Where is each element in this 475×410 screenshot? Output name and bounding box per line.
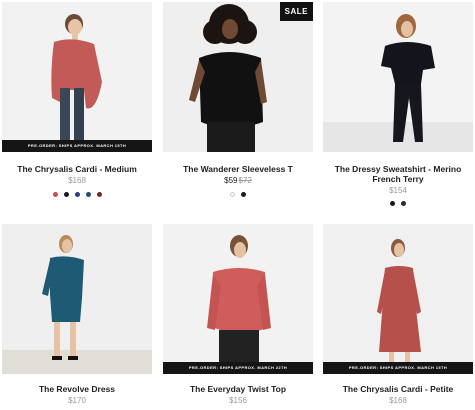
product-card[interactable]: The Revolve Dress $170: [2, 224, 152, 410]
product-price: $59$72: [163, 176, 313, 185]
product-image[interactable]: [323, 2, 473, 152]
preorder-banner: PRE-ORDER: SHIPS APPROX. MARCH 22TH: [163, 362, 313, 374]
product-card[interactable]: PRE-ORDER: SHIPS APPROX. MARCH 22TH The …: [163, 224, 313, 410]
color-swatches: [2, 192, 152, 197]
product-price: $168: [68, 176, 86, 185]
preorder-banner: PRE-ORDER: SHIPS APPROX. MARCH 15TH: [2, 140, 152, 152]
color-swatch[interactable]: [241, 192, 246, 197]
color-swatch[interactable]: [401, 201, 406, 206]
product-image[interactable]: [2, 224, 152, 374]
color-swatch[interactable]: [85, 192, 91, 197]
color-swatch[interactable]: [52, 192, 58, 197]
product-title[interactable]: The Everyday Twist Top: [163, 384, 313, 394]
product-card[interactable]: PRE-ORDER: SHIPS APPROX. MARCH 15TH The …: [323, 224, 473, 410]
sale-price: $59: [224, 176, 238, 185]
product-price: $168: [389, 396, 407, 405]
product-title[interactable]: The Wanderer Sleeveless T: [163, 164, 313, 174]
product-price: $154: [389, 186, 407, 195]
product-image[interactable]: PRE-ORDER: SHIPS APPROX. MARCH 22TH: [163, 224, 313, 374]
product-image[interactable]: PRE-ORDER: SHIPS APPROX. MARCH 15TH: [2, 2, 152, 152]
color-swatches: [323, 201, 473, 206]
original-price: $72: [238, 176, 252, 185]
product-card[interactable]: SALE The Wanderer Sleeveless T $59$72: [163, 2, 313, 212]
product-title[interactable]: The Revolve Dress: [2, 384, 152, 394]
product-title-line: The Dressy Sweatshirt - Merino: [334, 164, 462, 174]
sale-badge: SALE: [279, 2, 313, 21]
product-card[interactable]: PRE-ORDER: SHIPS APPROX. MARCH 15TH The …: [2, 2, 152, 212]
product-title[interactable]: The Dressy Sweatshirt - Merino French Te…: [323, 164, 473, 184]
product-price: $170: [68, 396, 86, 405]
color-swatch[interactable]: [74, 192, 80, 197]
color-swatch[interactable]: [390, 201, 395, 206]
product-title[interactable]: The Chrysalis Cardi - Petite: [323, 384, 473, 394]
product-price: $156: [229, 396, 247, 405]
color-swatch[interactable]: [230, 192, 235, 197]
color-swatch[interactable]: [96, 192, 102, 197]
preorder-banner: PRE-ORDER: SHIPS APPROX. MARCH 15TH: [323, 362, 473, 374]
product-title-line: French Terry: [372, 174, 424, 184]
color-swatch[interactable]: [63, 192, 69, 197]
product-image[interactable]: PRE-ORDER: SHIPS APPROX. MARCH 15TH: [323, 224, 473, 374]
product-title[interactable]: The Chrysalis Cardi - Medium: [2, 164, 152, 174]
product-card[interactable]: The Dressy Sweatshirt - Merino French Te…: [323, 2, 473, 212]
color-swatches: [163, 192, 313, 197]
product-image[interactable]: SALE: [163, 2, 313, 152]
